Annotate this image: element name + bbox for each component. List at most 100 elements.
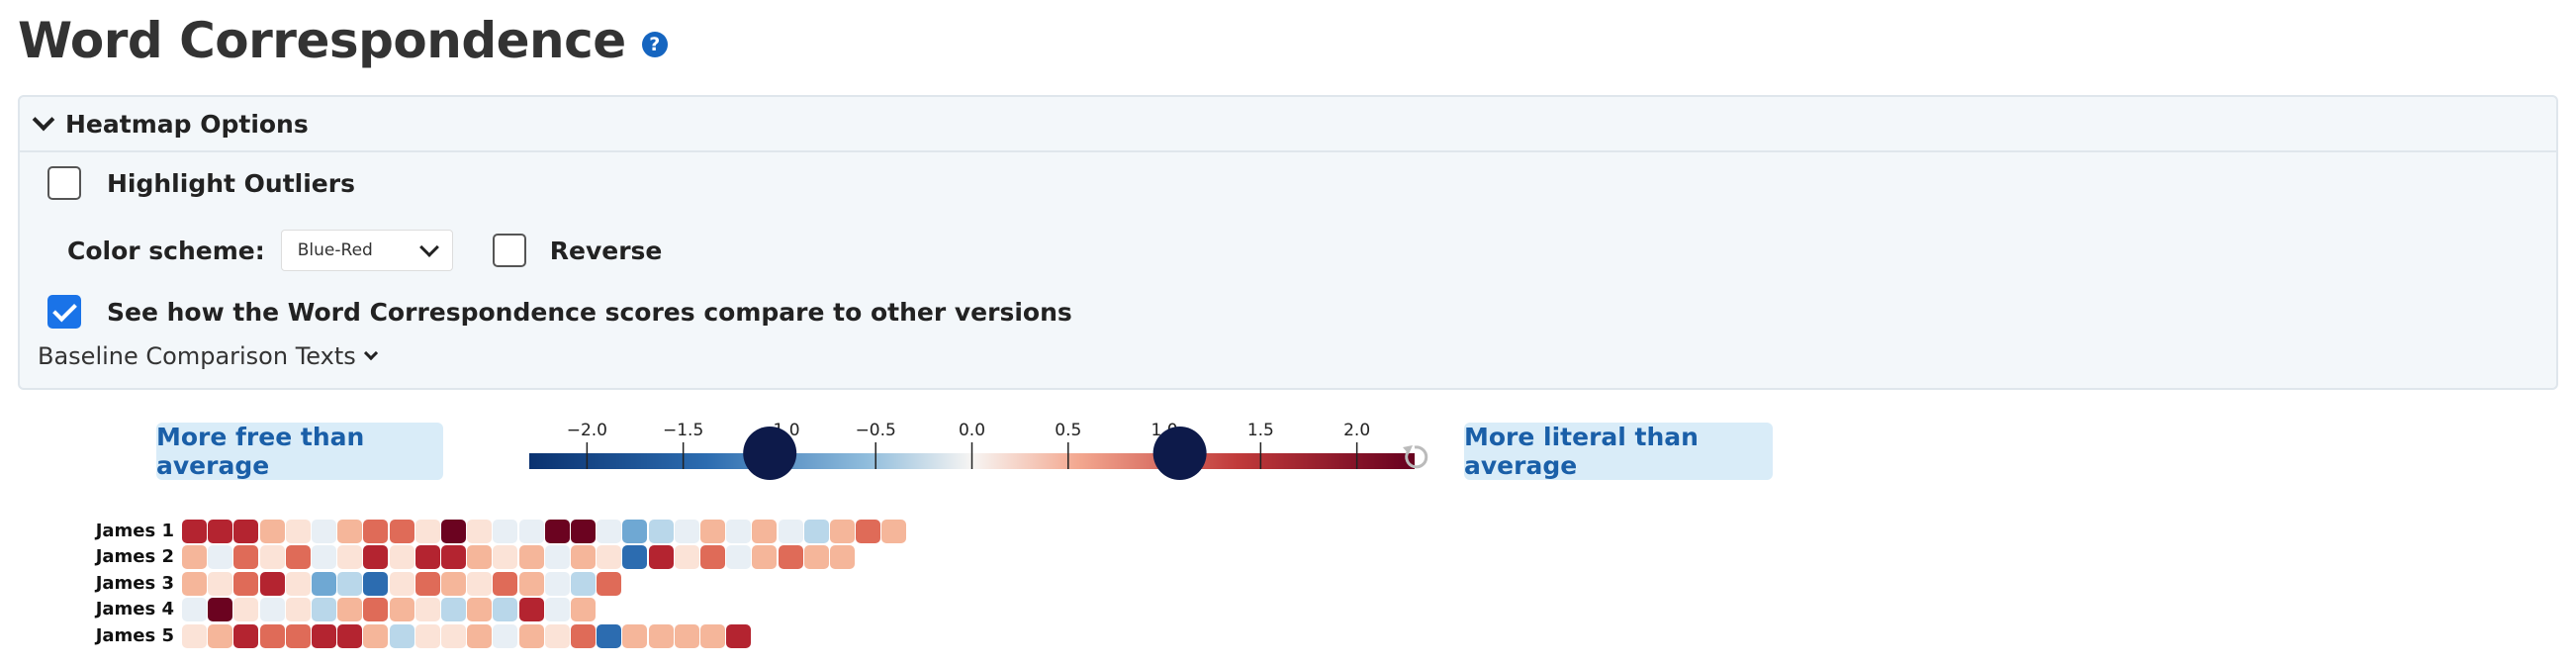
heatmap-cell[interactable] <box>285 598 311 622</box>
heatmap-cell[interactable] <box>337 520 363 543</box>
heatmap-options-toggle[interactable]: Heatmap Options <box>20 97 2556 152</box>
heatmap-cell[interactable] <box>597 545 622 570</box>
heatmap-cell[interactable] <box>285 623 311 648</box>
heatmap-cell[interactable] <box>726 520 752 543</box>
heatmap-cell[interactable] <box>467 545 493 570</box>
heatmap-cell[interactable] <box>312 598 336 622</box>
heatmap-cell[interactable] <box>337 571 363 596</box>
heatmap-cell[interactable] <box>544 623 570 648</box>
heatmap-cell[interactable] <box>337 623 363 648</box>
heatmap-cell[interactable] <box>182 571 207 596</box>
heatmap-cell[interactable] <box>441 571 466 596</box>
reverse-checkbox[interactable] <box>492 234 526 267</box>
heatmap-cell[interactable] <box>363 623 389 648</box>
heatmap-cell[interactable] <box>312 545 336 570</box>
heatmap-cell[interactable] <box>208 598 233 622</box>
color-scale-slider[interactable]: −2.0−1.5−1.0−0.50.00.51.01.52.0 <box>514 416 1434 485</box>
highlight-outliers-checkbox[interactable] <box>47 166 81 200</box>
heatmap-cell[interactable] <box>389 623 414 648</box>
heatmap-cell[interactable] <box>467 520 493 543</box>
heatmap-cell[interactable] <box>803 520 829 543</box>
heatmap-cell[interactable] <box>259 571 285 596</box>
heatmap-cell[interactable] <box>233 520 259 543</box>
heatmap-cell[interactable] <box>803 545 829 570</box>
heatmap-cell[interactable] <box>441 545 466 570</box>
heatmap-cell[interactable] <box>389 571 414 596</box>
heatmap-cell[interactable] <box>597 520 622 543</box>
heatmap-cell[interactable] <box>389 545 414 570</box>
heatmap-cell[interactable] <box>259 598 285 622</box>
heatmap-cell[interactable] <box>622 545 648 570</box>
heatmap-cell[interactable] <box>233 623 259 648</box>
heatmap-cell[interactable] <box>285 520 311 543</box>
heatmap-cell[interactable] <box>467 598 493 622</box>
heatmap-cell[interactable] <box>208 623 233 648</box>
heatmap-cell[interactable] <box>752 520 778 543</box>
heatmap-cell[interactable] <box>752 545 778 570</box>
heatmap-cell[interactable] <box>726 545 752 570</box>
heatmap-cell[interactable] <box>493 571 518 596</box>
heatmap-cell[interactable] <box>544 545 570 570</box>
heatmap-cell[interactable] <box>441 598 466 622</box>
heatmap-cell[interactable] <box>441 520 466 543</box>
heatmap-cell[interactable] <box>389 520 414 543</box>
heatmap-cell[interactable] <box>182 623 207 648</box>
heatmap-cell[interactable] <box>544 571 570 596</box>
heatmap-cell[interactable] <box>571 571 596 596</box>
heatmap-cell[interactable] <box>259 545 285 570</box>
heatmap-cell[interactable] <box>233 598 259 622</box>
heatmap-cell[interactable] <box>518 598 544 622</box>
heatmap-cell[interactable] <box>674 623 699 648</box>
heatmap-cell[interactable] <box>648 520 674 543</box>
baseline-comparison-toggle[interactable]: Baseline Comparison Texts <box>38 342 378 370</box>
heatmap-cell[interactable] <box>597 623 622 648</box>
heatmap-cell[interactable] <box>414 598 440 622</box>
heatmap-cell[interactable] <box>312 520 336 543</box>
slider-handle-low[interactable] <box>743 427 797 480</box>
heatmap-cell[interactable] <box>467 623 493 648</box>
more-free-button[interactable]: More free than average <box>156 423 443 480</box>
color-scheme-select[interactable]: Blue-Red <box>280 230 453 271</box>
heatmap-cell[interactable] <box>571 623 596 648</box>
heatmap-cell[interactable] <box>493 520 518 543</box>
heatmap-cell[interactable] <box>182 598 207 622</box>
heatmap-cell[interactable] <box>518 623 544 648</box>
heatmap-cell[interactable] <box>597 571 622 596</box>
heatmap-cell[interactable] <box>518 545 544 570</box>
heatmap-cell[interactable] <box>648 545 674 570</box>
heatmap-cell[interactable] <box>674 545 699 570</box>
heatmap-cell[interactable] <box>182 520 207 543</box>
heatmap-cell[interactable] <box>259 623 285 648</box>
heatmap-cell[interactable] <box>571 598 596 622</box>
heatmap-cell[interactable] <box>700 520 725 543</box>
slider-handle-high[interactable] <box>1152 427 1207 480</box>
heatmap-cell[interactable] <box>622 520 648 543</box>
heatmap-cell[interactable] <box>285 571 311 596</box>
heatmap-cell[interactable] <box>830 545 855 570</box>
heatmap-cell[interactable] <box>856 520 881 543</box>
heatmap-cell[interactable] <box>414 520 440 543</box>
heatmap-cell[interactable] <box>363 545 389 570</box>
heatmap-cell[interactable] <box>571 520 596 543</box>
heatmap-cell[interactable] <box>312 571 336 596</box>
heatmap-cell[interactable] <box>337 545 363 570</box>
heatmap-cell[interactable] <box>208 520 233 543</box>
heatmap-cell[interactable] <box>648 623 674 648</box>
heatmap-cell[interactable] <box>208 571 233 596</box>
heatmap-cell[interactable] <box>493 623 518 648</box>
compare-checkbox[interactable] <box>47 295 81 329</box>
heatmap-cell[interactable] <box>312 623 336 648</box>
heatmap-cell[interactable] <box>700 545 725 570</box>
heatmap-cell[interactable] <box>259 520 285 543</box>
heatmap-cell[interactable] <box>337 598 363 622</box>
heatmap-cell[interactable] <box>571 545 596 570</box>
heatmap-cell[interactable] <box>622 623 648 648</box>
heatmap-cell[interactable] <box>363 598 389 622</box>
heatmap-cell[interactable] <box>881 520 907 543</box>
more-literal-button[interactable]: More literal than average <box>1464 423 1773 480</box>
heatmap-cell[interactable] <box>830 520 855 543</box>
heatmap-cell[interactable] <box>518 520 544 543</box>
heatmap-cell[interactable] <box>493 598 518 622</box>
heatmap-cell[interactable] <box>389 598 414 622</box>
heatmap-cell[interactable] <box>518 571 544 596</box>
